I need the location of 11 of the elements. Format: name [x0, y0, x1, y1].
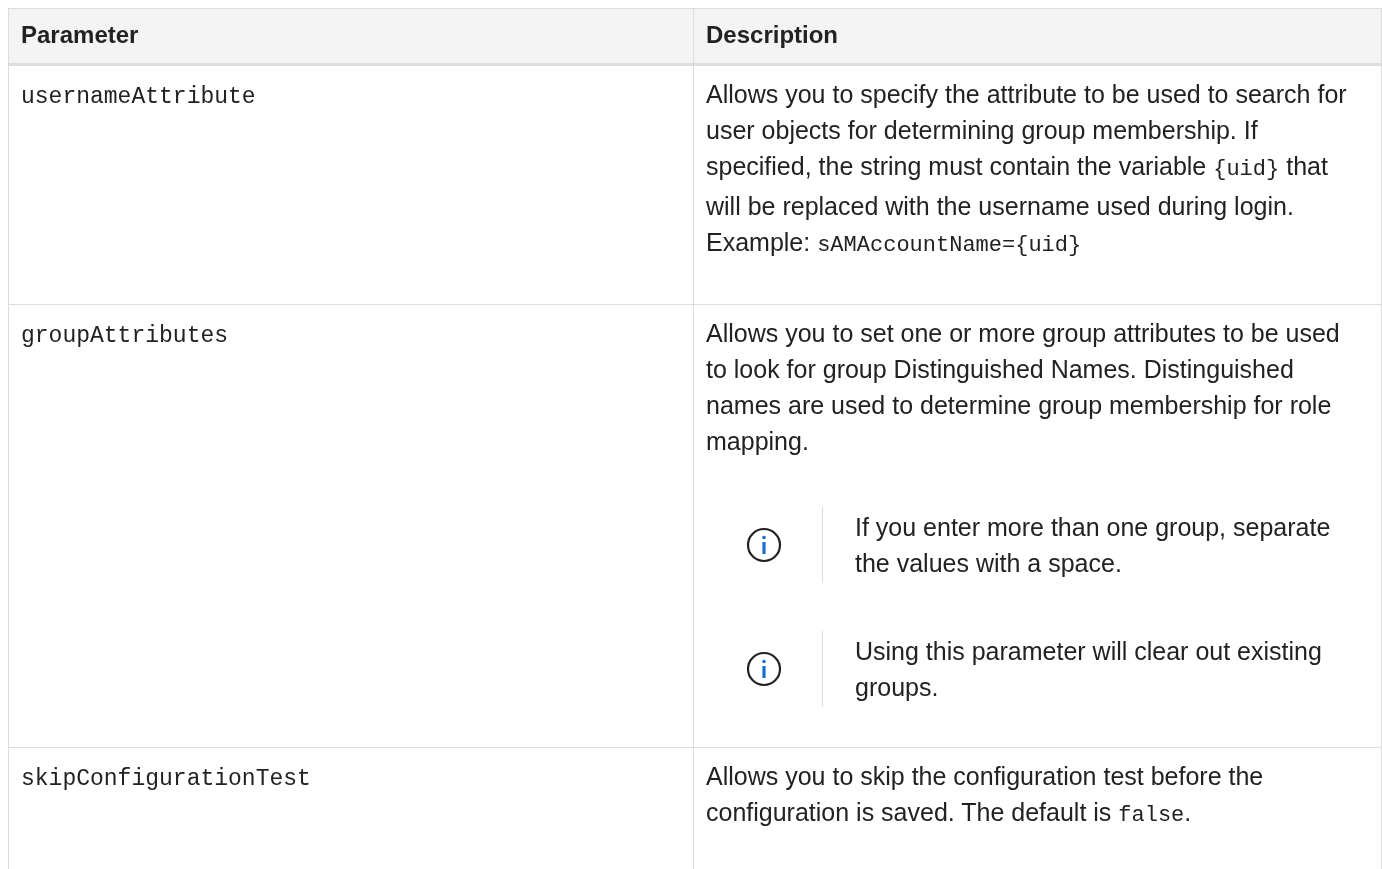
- column-header: Parameter: [8, 8, 694, 65]
- parameter-name: groupAttributes: [21, 323, 229, 349]
- column-header: Description: [693, 8, 1382, 65]
- info-icon: [746, 527, 782, 563]
- parameter-name: usernameAttribute: [21, 84, 256, 110]
- description-text: Allows you to set one or more group attributes to be used to look for group Distinguished Names. Distinguished names are used to determine group membership for role mapping.: [706, 318, 1341, 457]
- note-text: If you enter more than one group, separate the values with a space.: [822, 507, 1351, 583]
- parameter-name: skipConfigurationTest: [21, 766, 311, 792]
- info-icon: [746, 651, 782, 687]
- note-text: Using this parameter will clear out existing groups.: [822, 631, 1351, 707]
- description-text: Allows you to specify the attribute to be used to search for user objects for determining group membership. If specified, the string must contain the variable {uid} that will be replaced with the username used during login. Example: sAMAccountName={uid}: [706, 79, 1348, 260]
